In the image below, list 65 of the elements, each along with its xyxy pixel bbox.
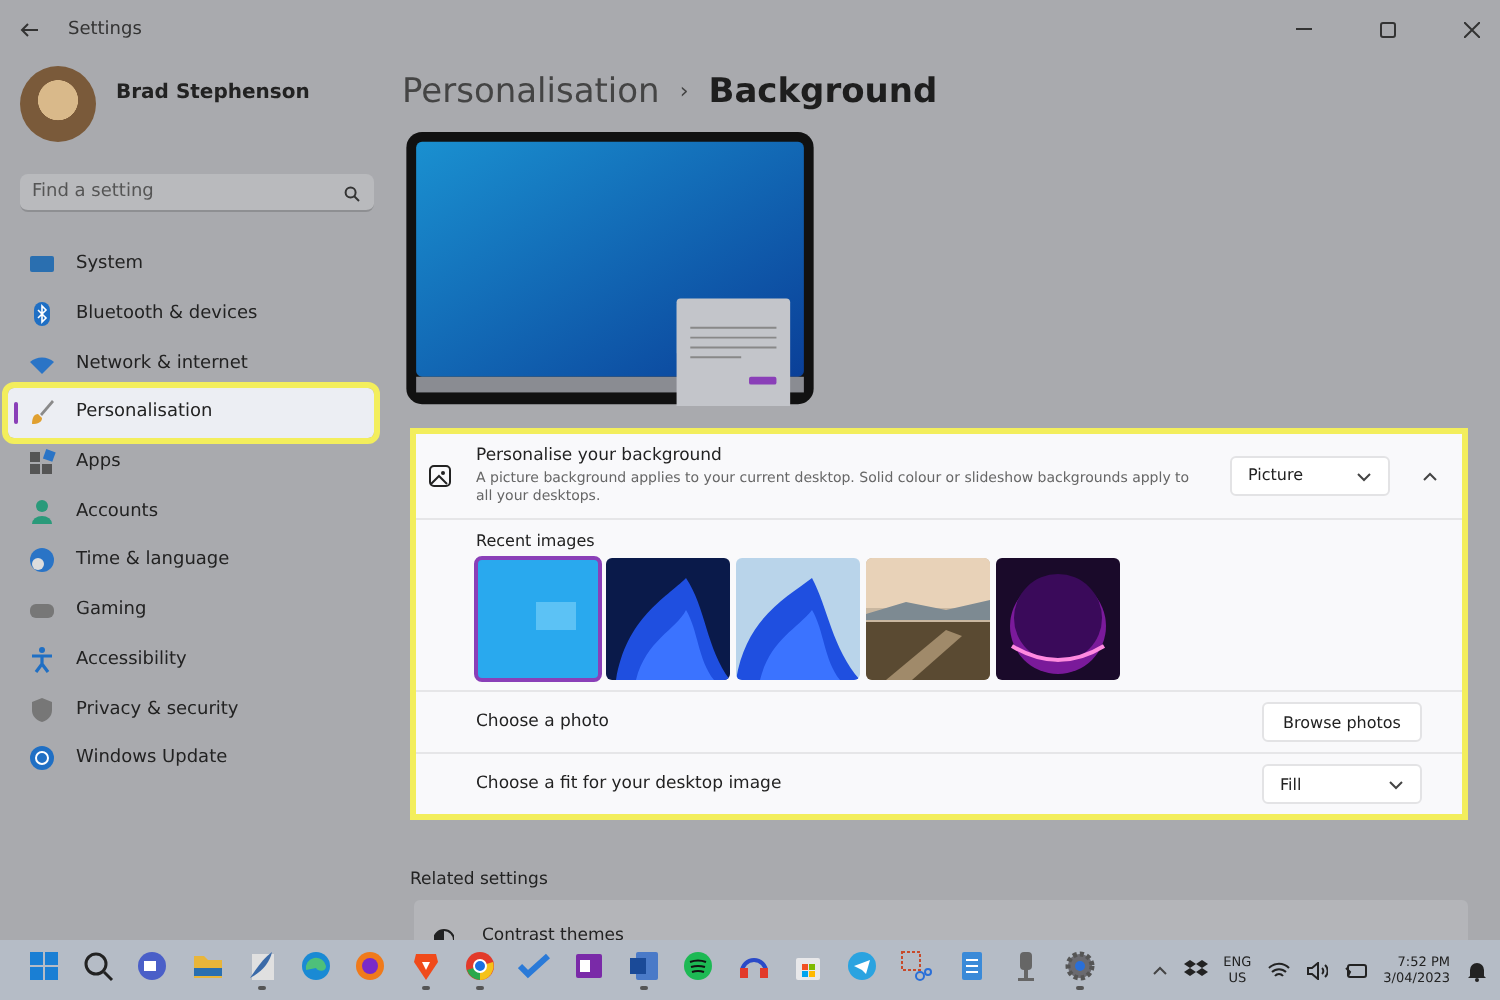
section-label: Recent images [476, 532, 597, 551]
related-setting-item[interactable]: Contrast themes [414, 900, 1468, 940]
setting-label: Choose a photo [476, 712, 610, 733]
nav-item[interactable]: Time & language [8, 536, 374, 586]
chevron-up-icon [1422, 467, 1438, 484]
accessibility-icon [28, 645, 56, 674]
browser-icon[interactable] [464, 950, 497, 983]
chevron-down-icon [1356, 467, 1372, 484]
search-icon[interactable] [81, 950, 114, 983]
nav-item[interactable]: Apps [8, 437, 374, 487]
nav-item[interactable]: Bluetooth & devices [8, 289, 374, 339]
folder-icon[interactable] [191, 950, 224, 983]
apps-icon [28, 448, 56, 477]
browse-button[interactable]: Browse photos [1262, 702, 1422, 743]
window-title: Settings [68, 20, 144, 40]
start-icon[interactable] [27, 950, 60, 983]
wifi-icon[interactable] [1267, 961, 1290, 979]
shield-icon [28, 695, 56, 724]
nav-item[interactable]: Windows Update [8, 733, 374, 784]
paper-plane-icon[interactable] [846, 950, 879, 983]
setting-label: Choose a fit for your desktop image [476, 774, 782, 795]
nav-item[interactable]: Network & internet [8, 338, 374, 389]
chevron-down-icon [1388, 776, 1404, 793]
video-camera-icon[interactable] [136, 950, 169, 983]
fit-dropdown[interactable]: Fill [1262, 764, 1422, 805]
brush-icon [28, 398, 56, 427]
contrast-icon [434, 928, 454, 940]
globe-clock-icon [28, 546, 56, 575]
chevron-up-icon [1151, 962, 1168, 978]
battery-icon[interactable] [1343, 961, 1368, 979]
maximize-icon [1380, 22, 1396, 38]
notebook-icon[interactable] [573, 950, 606, 983]
nav-item[interactable]: Privacy & security [8, 684, 374, 734]
avatar [20, 66, 96, 142]
nav-item[interactable]: Personalisation [8, 388, 374, 438]
image-icon [428, 463, 452, 488]
background-type-dropdown[interactable]: Picture [1230, 455, 1390, 496]
bell-icon[interactable] [1466, 959, 1488, 981]
nav-item[interactable]: Accounts [8, 486, 374, 537]
bluetooth-icon [28, 300, 56, 329]
card-title: Personalise your background [476, 445, 724, 466]
back-icon[interactable] [20, 22, 40, 38]
breadcrumb-link[interactable]: Personalisation [402, 71, 660, 112]
feather-icon[interactable] [245, 950, 278, 983]
page-title: Background [708, 71, 938, 112]
checkmark-icon[interactable] [518, 950, 551, 983]
search-icon [344, 185, 360, 201]
person-icon [28, 497, 56, 526]
box-icon[interactable] [1183, 960, 1208, 980]
selection-indicator [14, 402, 18, 425]
document-icon[interactable] [627, 950, 660, 983]
section-heading: Related settings [410, 870, 550, 891]
minimize-icon [1296, 28, 1312, 32]
search-field[interactable]: Find a setting [20, 174, 374, 212]
sound-bars-icon[interactable] [682, 950, 715, 983]
user-name: Brad Stephenson [116, 81, 310, 103]
scissors-icon[interactable] [900, 950, 933, 983]
settings-icon[interactable] [1064, 950, 1097, 983]
speaker-icon[interactable] [1305, 961, 1328, 979]
nav-item[interactable]: System [8, 240, 374, 290]
nav-item[interactable]: Accessibility [8, 635, 374, 685]
close-icon [1464, 22, 1480, 38]
nav-item[interactable]: Gaming [8, 585, 374, 635]
update-icon [28, 744, 56, 773]
breadcrumb-separator: › [679, 78, 689, 105]
